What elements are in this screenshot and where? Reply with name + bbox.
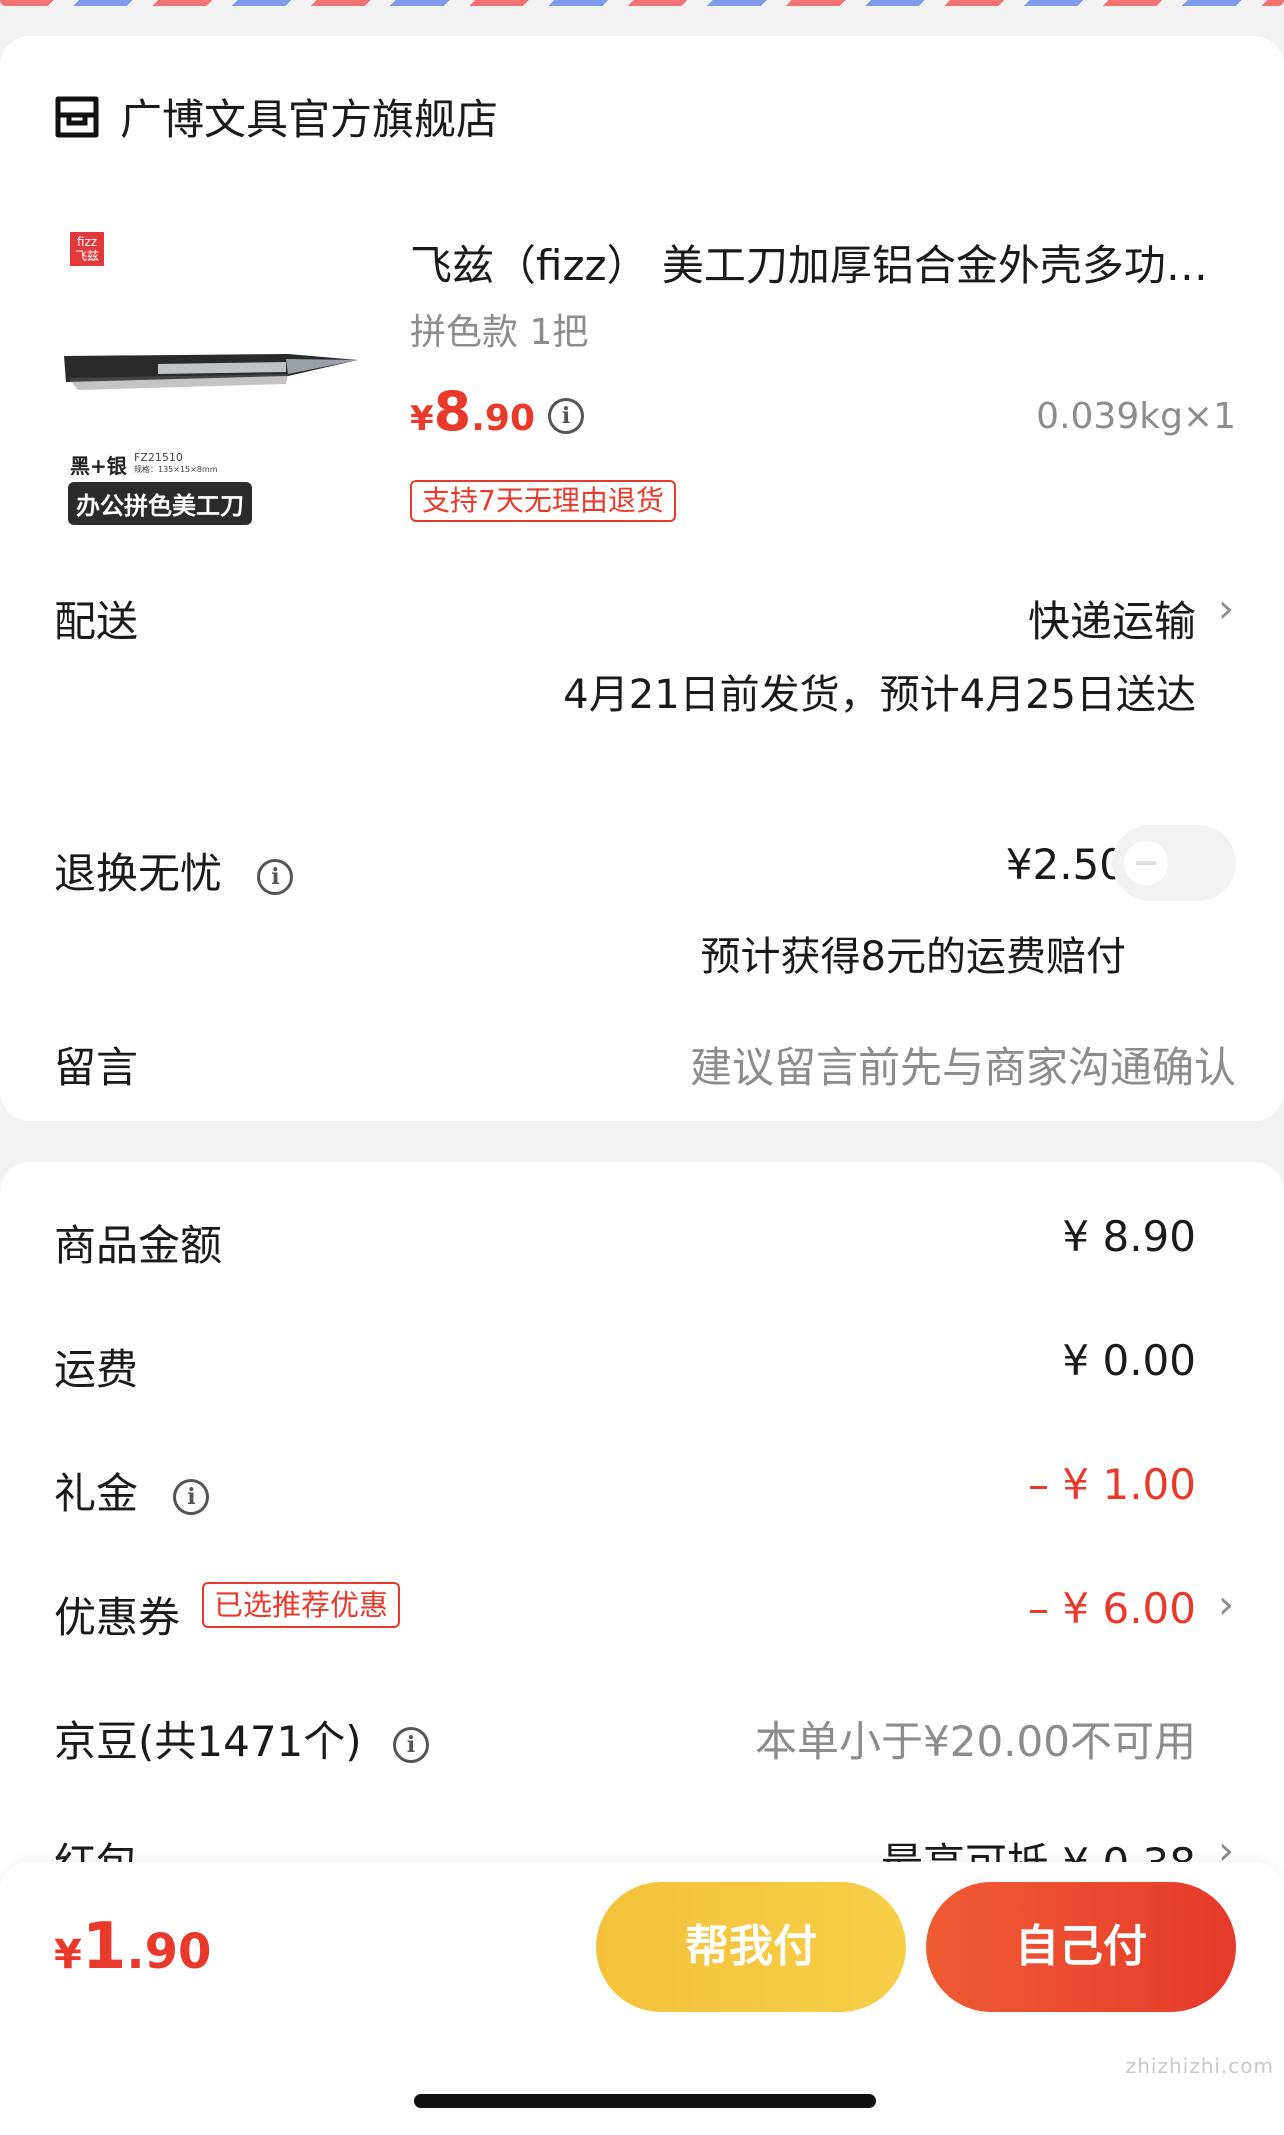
jd-beans-label: 京豆(共1471个) i <box>54 1708 430 1769</box>
watermark: zhizhizhi.com <box>1125 2054 1274 2078</box>
chevron-right-icon[interactable]: › <box>1218 586 1234 632</box>
image-spec-text: 规格：135×15×8mm <box>134 465 218 474</box>
product-weight: 0.039kg×1 <box>1036 396 1236 437</box>
message-input: 建议留言前先与商家沟通确认 <box>690 1034 1236 1095</box>
image-badge: 办公拼色美工刀 <box>68 482 252 525</box>
pay-myself-button[interactable]: 自己付 <box>926 1882 1236 2012</box>
home-indicator[interactable] <box>414 2094 876 2108</box>
product-thumbnail[interactable]: fizz 飞兹 黑+银 FZ21510 规格：135×15×8mm 办公拼色美工… <box>54 218 374 538</box>
help-me-pay-button[interactable]: 帮我付 <box>596 1882 906 2012</box>
message-placeholder[interactable]: 建议留言前先与商家沟通确认 <box>690 1043 1236 1092</box>
total-decimal: .90 <box>126 1924 212 1980</box>
worry-free-note: 预计获得8元的运费赔付 <box>700 934 1126 980</box>
gift-info-icon[interactable]: i <box>173 1479 210 1515</box>
coupon-value[interactable]: – ¥ 6.00 <box>1028 1584 1196 1633</box>
coupon-recommended-tag: 已选推荐优惠 <box>202 1582 401 1628</box>
gift-money-label: 礼金 i <box>54 1460 210 1521</box>
product-price: ¥8.90 <box>410 380 535 443</box>
price-integer: 8 <box>433 380 472 443</box>
utility-knife-image <box>64 354 358 390</box>
price-decimal: .90 <box>471 398 536 439</box>
worry-free-info-icon[interactable]: i <box>257 859 294 895</box>
image-color-label: 黑+银 <box>70 454 127 478</box>
airmail-stripe <box>0 0 1284 6</box>
shipping-value: ¥ 0.00 <box>1062 1336 1196 1385</box>
jd-beans-value: 本单小于¥20.00不可用 <box>755 1717 1196 1766</box>
gift-money-value: – ¥ 1.00 <box>1028 1460 1196 1509</box>
shop-name: 广博文具官方旗舰店 <box>120 95 499 144</box>
total-price: ¥1.90 <box>54 1910 211 1984</box>
image-model-code: FZ21510 规格：135×15×8mm <box>134 452 218 476</box>
gift-money-text: 礼金 <box>54 1469 139 1518</box>
delivery-eta: 4月21日前发货，预计4月25日送达 <box>563 672 1196 718</box>
worry-free-label: 退换无忧 i <box>54 840 294 901</box>
total-integer: 1 <box>81 1910 127 1984</box>
delivery-label: 配送 <box>54 597 139 646</box>
worry-free-price: ¥2.50 <box>1005 840 1126 889</box>
coupon-label: 优惠券 <box>54 1593 181 1642</box>
brand-logo: fizz 飞兹 <box>70 232 104 266</box>
delivery-method[interactable]: 快递运输 <box>1028 588 1196 649</box>
shipping-label: 运费 <box>54 1345 139 1394</box>
jd-beans-info-icon[interactable]: i <box>393 1727 430 1763</box>
checkout-bar: ¥1.90 帮我付 自己付 zhizhizhi.com <box>0 1862 1284 2135</box>
return-policy-badge: 支持7天无理由退货 <box>410 480 676 522</box>
shop-header[interactable]: 广博文具官方旗舰店 <box>54 86 498 147</box>
price-info-icon[interactable]: i <box>548 398 584 434</box>
goods-amount-label: 商品金额 <box>54 1221 223 1270</box>
product-spec: 拼色款 1把 <box>410 312 589 353</box>
chevron-right-icon[interactable]: › <box>1218 1582 1234 1628</box>
total-currency: ¥ <box>54 1932 82 1978</box>
checkout-page: 广博文具官方旗舰店 fizz 飞兹 黑+银 FZ21510 规格：135×15×… <box>0 0 1284 2135</box>
jd-beans-text: 京豆(共1471个) <box>54 1717 362 1766</box>
worry-free-toggle[interactable] <box>1112 825 1236 901</box>
message-label: 留言 <box>54 1043 139 1092</box>
toggle-knob <box>1124 841 1168 885</box>
goods-amount-value: ¥ 8.90 <box>1062 1212 1196 1261</box>
product-title[interactable]: 飞兹（fizz） 美工刀加厚铝合金外壳多功能刀 <box>410 232 1222 293</box>
price-currency: ¥ <box>410 399 434 439</box>
image-code-text: FZ21510 <box>134 451 183 464</box>
worry-free-text: 退换无忧 <box>54 849 223 898</box>
shop-icon <box>55 96 99 137</box>
